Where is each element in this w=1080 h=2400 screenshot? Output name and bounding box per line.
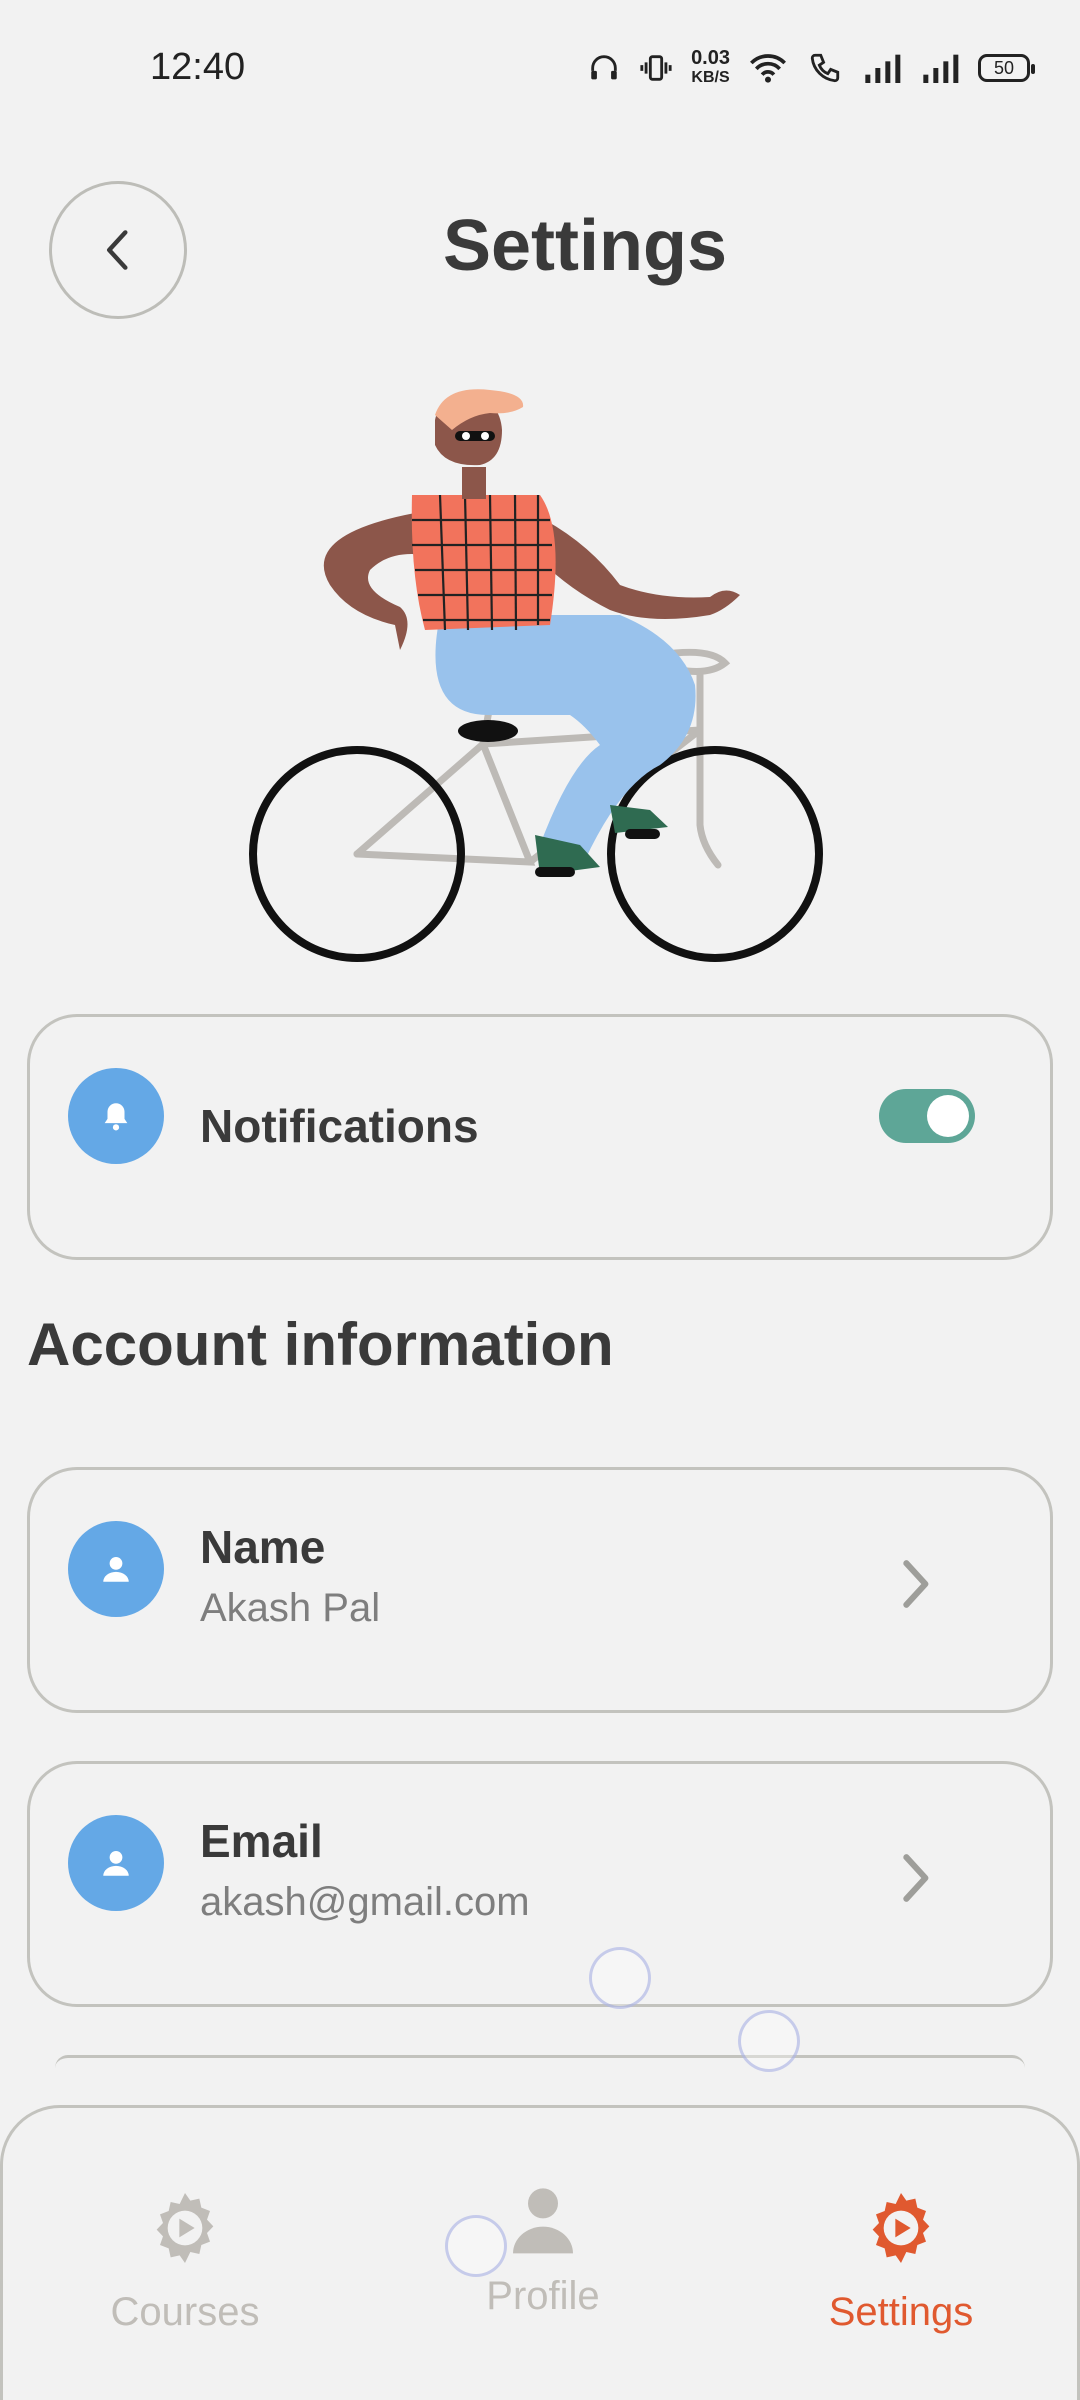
- page-title: Settings: [442, 206, 728, 286]
- section-heading-account: Account information: [27, 1311, 614, 1378]
- notifications-label: Notifications: [200, 1100, 479, 1152]
- touch-indicator: [445, 2215, 507, 2277]
- headphones-icon: [591, 55, 617, 80]
- status-bar: 12:40 0.03 KB/S 50: [0, 0, 1080, 140]
- nav-item-profile[interactable]: Profile: [393, 2108, 693, 2368]
- email-label: Email: [200, 1815, 323, 1867]
- nav-item-courses[interactable]: Courses: [35, 2108, 335, 2368]
- nav-label-profile: Profile: [486, 2274, 600, 2318]
- battery-indicator: 50: [978, 54, 1035, 82]
- notifications-toggle[interactable]: [879, 1089, 975, 1143]
- touch-indicator: [589, 1947, 651, 2009]
- account-item-email[interactable]: Email akash@gmail.com: [27, 1761, 1053, 2007]
- nav-label-settings: Settings: [828, 2290, 974, 2334]
- touch-indicator: [738, 2010, 800, 2072]
- net-speed: 0.03 KB/S: [691, 48, 730, 88]
- status-time: 12:40: [150, 46, 246, 88]
- notifications-card: Notifications: [27, 1014, 1053, 1260]
- name-value: Akash Pal: [200, 1586, 381, 1630]
- status-icons: 0.03 KB/S 50: [587, 48, 1035, 88]
- account-item-name[interactable]: Name Akash Pal: [27, 1467, 1053, 1713]
- name-icon-circle: [68, 1521, 164, 1617]
- net-speed-value: 0.03: [691, 47, 730, 69]
- signal-icon: [865, 54, 901, 83]
- toggle-knob: [927, 1095, 969, 1137]
- call-icon: [810, 53, 840, 83]
- gear-play-icon: [872, 2193, 930, 2263]
- nav-label-courses: Courses: [110, 2290, 260, 2334]
- bell-icon: [104, 1103, 128, 1131]
- partial-card: [55, 2055, 1025, 2068]
- gear-play-icon: [156, 2193, 214, 2263]
- name-label: Name: [200, 1521, 326, 1573]
- chevron-right-icon: [903, 1560, 929, 1608]
- cyclist-illustration: [249, 389, 823, 962]
- nav-item-settings[interactable]: Settings: [751, 2108, 1051, 2368]
- person-icon: [513, 2188, 573, 2254]
- user-icon: [103, 1850, 129, 1876]
- vibrate-icon: [640, 55, 672, 81]
- email-value: akash@gmail.com: [200, 1880, 530, 1924]
- email-icon-circle: [68, 1815, 164, 1911]
- bottom-nav: Courses Profile Settings: [0, 2105, 1080, 2400]
- user-icon: [103, 1556, 129, 1582]
- wifi-icon: [750, 54, 786, 83]
- signal-icon-2: [923, 54, 959, 83]
- net-speed-unit: KB/S: [691, 69, 730, 86]
- notifications-icon-circle: [68, 1068, 164, 1164]
- chevron-right-icon: [903, 1854, 929, 1902]
